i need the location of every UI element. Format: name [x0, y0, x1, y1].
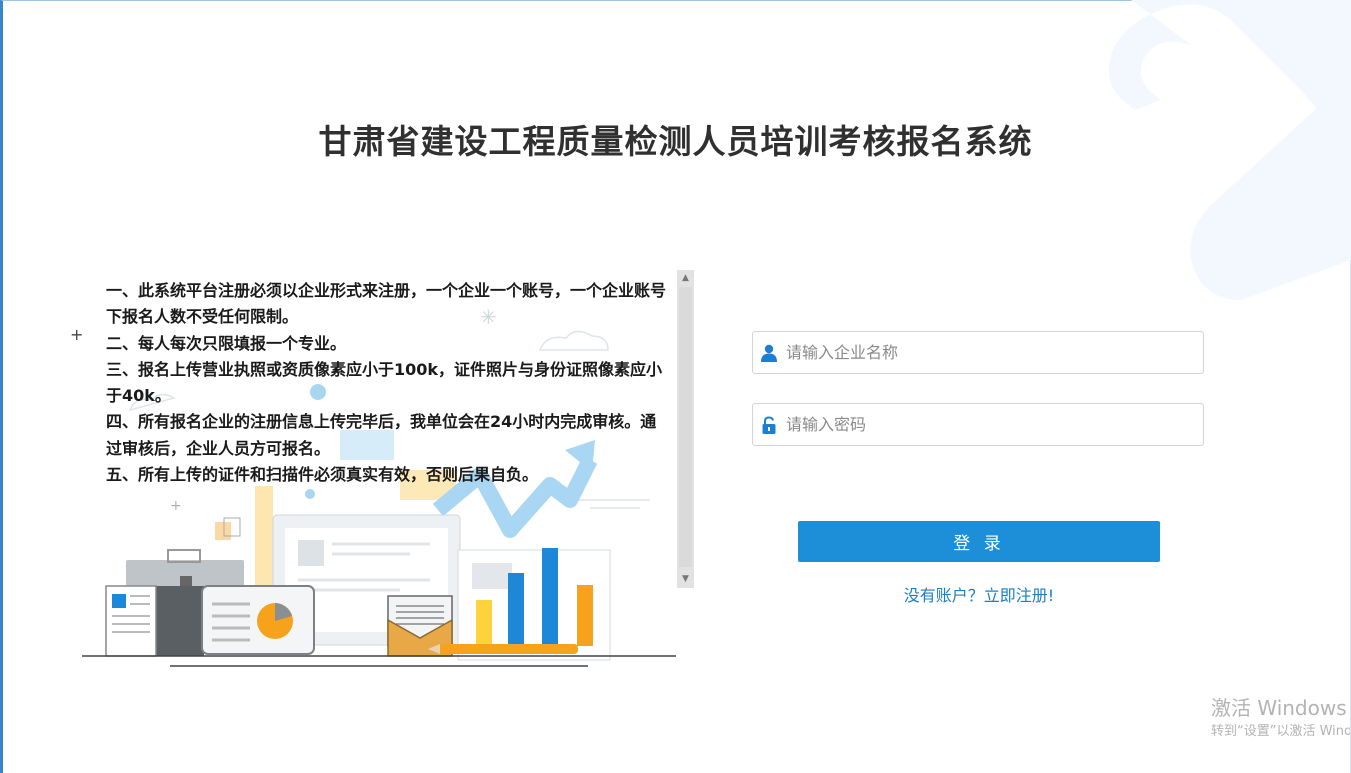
notice-item-2: 二、每人每次只限填报一个专业。	[106, 333, 347, 353]
scroll-up-arrow-icon[interactable]: ▲	[677, 270, 694, 287]
registration-notice: 一、此系统平台注册必须以企业形式来注册，一个企业一个账号，一个企业账号下报名人数…	[106, 278, 672, 578]
scroll-down-arrow-icon[interactable]: ▼	[677, 571, 694, 588]
activate-windows-title: 激活 Windows	[1211, 696, 1347, 720]
background-decoration	[1108, 0, 1351, 300]
notice-scrollbar[interactable]: ▲ ▼	[677, 270, 694, 588]
notice-item-5: 五、所有上传的证件和扫描件必须真实有效，否则后果自负。	[106, 465, 539, 485]
register-link[interactable]: 没有账户？立即注册!	[798, 582, 1160, 606]
password-field[interactable]	[752, 403, 1204, 446]
login-button[interactable]: 登 录	[798, 521, 1160, 562]
notice-item-1: 一、此系统平台注册必须以企业形式来注册，一个企业一个账号，一个企业账号下报名人数…	[106, 281, 667, 327]
user-icon	[761, 344, 777, 362]
svg-text:+: +	[70, 325, 83, 344]
company-name-field[interactable]	[752, 331, 1204, 374]
scroll-thumb[interactable]	[679, 287, 692, 567]
lock-icon	[762, 416, 776, 434]
activate-windows-subtitle: 转到“设置”以激活 Windows。	[1211, 724, 1350, 739]
notice-item-3: 三、报名上传营业执照或资质像素应小于100k，证件照片与身份证照像素应小于40k…	[106, 359, 663, 406]
page-title: 甘肃省建设工程质量检测人员培训考核报名系统	[318, 122, 1033, 161]
company-name-input[interactable]	[786, 332, 1196, 373]
notice-item-4: 四、所有报名企业的注册信息上传完毕后，我单位会在24小时内完成审核。通过审核后，…	[106, 412, 657, 458]
password-input[interactable]	[786, 404, 1196, 445]
